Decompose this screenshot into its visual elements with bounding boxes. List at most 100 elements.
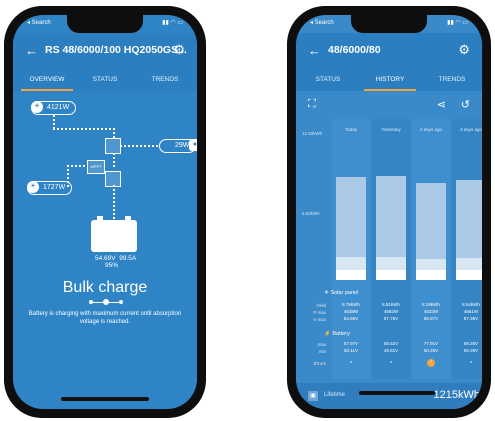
lifetime-icon: ▣ <box>308 391 318 401</box>
tab-history[interactable]: HISTORY <box>360 76 420 83</box>
home-indicator[interactable] <box>359 391 435 395</box>
error-value: - <box>349 359 353 366</box>
solar-value: 4661W <box>463 309 479 314</box>
row-label-yield: Yield <box>316 303 326 308</box>
gear-icon[interactable]: ⚙ <box>173 42 185 58</box>
day-label: 2 days ago <box>419 127 443 132</box>
solar-value: 4682W <box>383 309 399 314</box>
solar-bottom-power: 1727W <box>43 184 66 191</box>
error-value: - <box>469 359 473 366</box>
signal-icon: ▮▮ ◠ ▭ <box>447 20 468 26</box>
wire <box>113 128 115 138</box>
state-dot <box>119 300 123 304</box>
solar-value: 8.81kWh <box>382 302 400 307</box>
errors-label: Errors <box>313 361 326 366</box>
solar-value: 8.54kWh <box>462 302 480 307</box>
lifetime-label: Lifetime <box>324 392 346 398</box>
mppt-block: MPPT <box>87 160 105 174</box>
y-axis-top: 12.50kWh <box>302 131 323 136</box>
wire <box>67 165 87 167</box>
battery-soc: 95% <box>105 262 119 269</box>
page-title: 48/6000/80 <box>328 44 381 56</box>
solar-value: 87.39V <box>463 316 479 321</box>
home-indicator[interactable] <box>61 397 149 401</box>
battery-value: 57.97V <box>343 341 359 346</box>
history-icon[interactable]: ↺ <box>461 98 470 111</box>
solar-row-labels: Yield P max V max <box>306 302 326 323</box>
battery-label: Battery <box>332 331 350 337</box>
history-toolbar: ⛶ ⋖ ↺ <box>296 91 482 119</box>
solar-bottom-node[interactable]: ☀ 1727W <box>27 181 73 195</box>
error-value: - <box>389 359 393 366</box>
state-message: Battery is charging with maximum current… <box>28 311 182 325</box>
charge-state: Bulk charge <box>62 279 148 296</box>
battery-current: 99.5A <box>119 255 137 262</box>
solar-panel-icon: ☀ <box>31 101 43 113</box>
converter-block <box>105 138 121 154</box>
notch <box>351 15 427 33</box>
status-back-link[interactable]: ◂ Search <box>310 20 334 26</box>
load-icon: ● <box>189 139 197 151</box>
top-bar: ← 48/6000/80 ⚙ <box>296 33 482 69</box>
gear-icon[interactable]: ⚙ <box>458 42 470 58</box>
y-axis-mid: 6.83kWh <box>302 211 320 216</box>
lifetime-value: 1215kWh <box>433 389 480 401</box>
wire <box>120 145 160 147</box>
yield-bar-base <box>336 269 366 280</box>
wire <box>53 115 55 129</box>
day-label: Today <box>344 127 357 132</box>
solar-value: 8.29kWh <box>422 302 440 307</box>
row-label-max: max <box>317 342 326 347</box>
solar-top-node[interactable]: ☀ 4121W <box>31 101 77 115</box>
share-icon[interactable]: ⋖ <box>437 98 446 111</box>
right-screen: ◂ Search ▮▮ ◠ ▭ ← 48/6000/80 ⚙ STATUS HI… <box>296 15 482 409</box>
tab-status[interactable]: STATUS <box>298 76 358 83</box>
battery-terminal <box>125 216 131 220</box>
tab-trends[interactable]: TRENDS <box>422 76 482 83</box>
wire <box>113 185 115 221</box>
day-label: Yesterday <box>381 127 401 132</box>
error-warning-icon[interactable]: ! <box>427 359 435 367</box>
lifetime-bar: ▣ Lifetime 1215kWh <box>296 383 482 409</box>
tab-trends[interactable]: TRENDS <box>135 76 195 83</box>
back-arrow-icon[interactable]: ← <box>308 43 321 58</box>
solar-top-power: 4121W <box>47 104 70 111</box>
right-phone: ◂ Search ▮▮ ◠ ▭ ← 48/6000/80 ⚙ STATUS HI… <box>287 6 491 418</box>
top-bar: ← RS 48/6000/100 HQ2050GS... ⚙ <box>13 33 197 69</box>
notch <box>67 15 143 33</box>
row-label-pmax: P max <box>313 310 326 315</box>
tab-bar: OVERVIEW STATUS TRENDS <box>13 69 197 91</box>
page-title: RS 48/6000/100 HQ2050GS... <box>45 44 187 56</box>
solar-value: 86.87V <box>423 316 439 321</box>
yield-bar-base <box>416 270 446 280</box>
expand-icon[interactable]: ⛶ <box>308 98 316 111</box>
row-label-vmax: V max <box>313 317 326 322</box>
solar-panel-icon: ☀ <box>27 181 39 193</box>
tab-bar: STATUS HISTORY TRENDS <box>296 69 482 91</box>
solar-value: 4633W <box>423 309 439 314</box>
battery-value: 50.11V <box>344 348 358 353</box>
battery-value: 50.29V <box>423 348 439 353</box>
left-phone: ◂ Search ▮▮ ◠ ▭ ← RS 48/6000/100 HQ2050G… <box>4 6 206 418</box>
battery-icon <box>91 220 137 252</box>
state-dot-active <box>103 299 109 305</box>
battery-value: 58.52V <box>383 341 399 346</box>
tab-status[interactable]: STATUS <box>75 76 135 83</box>
solar-panel-header: ☀ Solar panel <box>324 290 359 296</box>
battery-value: 77.91V <box>423 341 439 346</box>
signal-icon: ▮▮ ◠ ▭ <box>162 20 183 26</box>
state-dot <box>89 300 93 304</box>
battery-header: ⚡ Battery <box>324 331 350 337</box>
status-back-link[interactable]: ◂ Search <box>27 20 51 26</box>
solar-panel-label: Solar panel <box>330 290 359 296</box>
battery-terminal <box>97 216 103 220</box>
left-screen: ◂ Search ▮▮ ◠ ▭ ← RS 48/6000/100 HQ2050G… <box>13 15 197 409</box>
active-tab-indicator <box>21 89 73 91</box>
wire <box>53 128 113 130</box>
tab-overview[interactable]: OVERVIEW <box>17 76 77 83</box>
wire <box>113 153 115 169</box>
solar-value: 84.96V <box>343 316 359 321</box>
back-arrow-icon[interactable]: ← <box>25 43 38 58</box>
battery-value: 58.26V <box>463 341 479 346</box>
load-power: 29W <box>175 142 190 149</box>
